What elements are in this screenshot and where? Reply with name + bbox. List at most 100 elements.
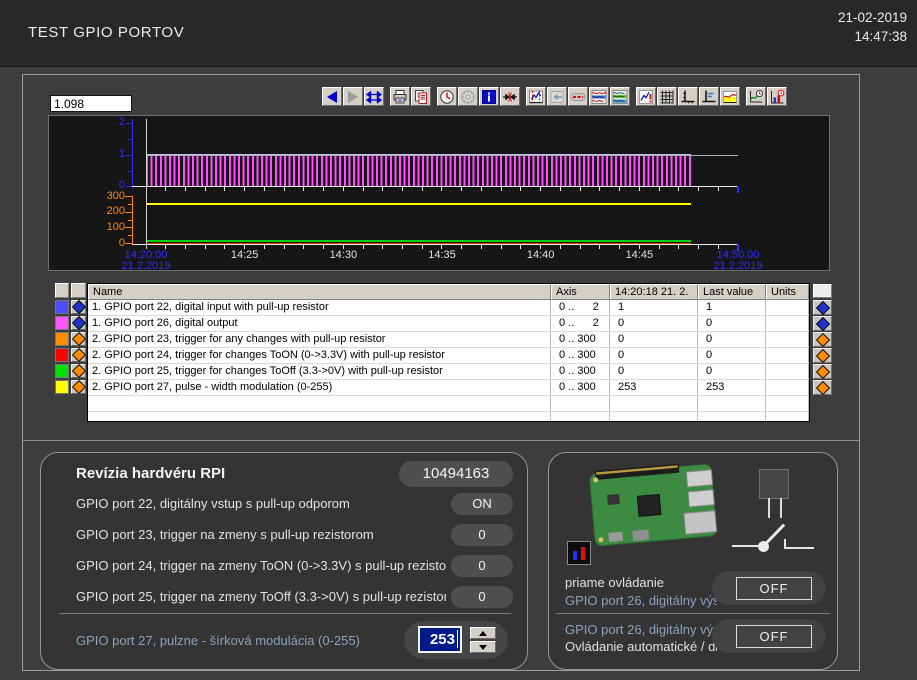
table-row[interactable]: 1. GPIO port 26, digital output0 .. 200 [88,316,809,332]
minute-tick [580,245,581,249]
row-diamond-button[interactable] [71,300,86,314]
minute-tick [224,187,225,191]
trend-time-button[interactable] [746,87,766,106]
minute-tick [619,187,620,191]
pwm-spin-up-button[interactable] [470,627,496,639]
axis-tick [125,196,132,197]
time-interval-button[interactable] [526,87,546,106]
x-axis-date-label: 21.2.2019 [122,260,171,271]
table-cell [88,412,551,422]
minute-tick [185,245,186,249]
column-header[interactable]: Units [766,284,809,300]
minute-tick [678,245,679,249]
chart-cursor[interactable] [146,119,147,249]
table-cell: 0 [698,332,766,348]
time-settings-button[interactable] [437,87,457,106]
table-cell [551,396,610,412]
table-row[interactable]: 2. GPIO port 27, pulse - width modulatio… [88,380,809,396]
axes-scale-button[interactable] [699,87,719,106]
row-diamond-button[interactable] [71,364,86,378]
minute-tick [659,245,660,249]
print-button[interactable] [390,87,410,106]
minute-tick [402,187,403,191]
minute-tick [303,245,304,249]
scroll-forward-icon [345,89,361,105]
column-header[interactable]: Last value [698,284,766,300]
grid-button[interactable] [657,87,677,106]
info-button[interactable] [479,87,499,106]
minute-tick [264,245,265,249]
column-header[interactable]: 14:20:18 21. 2. [610,284,698,300]
trend-chart-plot[interactable]: 210300200100014:20:0021.2.201914:2514:30… [48,115,830,271]
direct-control-label: priame ovládanie [565,575,664,590]
pwm-spin-down-button[interactable] [470,641,496,653]
control-panel-right: priame ovládanie GPIO port 26, digitálny… [548,452,838,670]
table-row[interactable]: 2. GPIO port 24, trigger for changes ToO… [88,348,809,364]
table-cell [766,412,809,422]
table-row[interactable]: 1. GPIO port 22, digital input with pull… [88,300,809,316]
background-fill-button[interactable] [720,87,740,106]
analog-axis-label: 0 [99,237,125,249]
table-empty-row[interactable] [88,412,809,422]
minute-tick [481,187,482,191]
row-diamond-button-right[interactable] [813,348,832,363]
minute-tick [461,245,462,249]
table-cell [698,412,766,422]
time-auto-button[interactable] [458,87,478,106]
minute-tick [382,245,383,249]
scroll-back-button[interactable] [322,87,342,106]
column-header[interactable]: Axis [551,284,610,300]
scroll-forward-button[interactable] [343,87,363,106]
axis-tick [126,155,132,156]
toolbar-group [437,87,521,106]
toolbar-group [636,87,741,106]
diamond-icon [815,348,829,362]
diamond-icon [815,300,829,314]
x-axis-label: 14:35 [428,249,456,261]
column-header[interactable]: Name [88,284,551,300]
row-diamond-button-right[interactable] [813,300,832,315]
trends-red-button[interactable] [589,87,609,106]
row-diamond-button[interactable] [71,348,86,362]
row-diamond-button-right[interactable] [813,332,832,347]
auto-control-off-button[interactable]: OFF [712,619,826,653]
table-cell: 0 [698,316,766,332]
row-diamond-button[interactable] [71,332,86,346]
table-row[interactable]: 2. GPIO port 25, trigger for changes ToO… [88,364,809,380]
panel-title: Revízia hardvéru RPI [76,465,225,482]
graph-time-icon [769,89,785,105]
zoom-horizontal-button[interactable] [364,87,384,106]
table-cell: 0 .. 2 [551,316,610,332]
copy-button[interactable] [411,87,431,106]
row-diamond-button-right[interactable] [813,380,832,395]
axis-end-tick [737,186,739,193]
alarm-trend-button[interactable] [636,87,656,106]
table-empty-row[interactable] [88,396,809,412]
line-style-button[interactable] [568,87,588,106]
transistor-leg [768,498,770,518]
diamond-icon [71,348,85,362]
row-diamond-button-right[interactable] [813,364,832,379]
export-button[interactable] [547,87,567,106]
compress-time-button[interactable] [500,87,520,106]
diamond-icon [71,332,85,346]
pwm-value-input[interactable]: 253 [418,626,462,653]
row-diamond-button[interactable] [71,380,86,394]
table-cell: 253 [610,380,698,396]
axes-button[interactable] [678,87,698,106]
row-diamond-button-right[interactable] [813,316,832,331]
table-row[interactable]: 2. GPIO port 23, trigger for any changes… [88,332,809,348]
graph-time-button[interactable] [767,87,787,106]
mini-trend-icon-button[interactable] [567,541,591,565]
minute-tick [461,187,462,191]
toolbar-group [322,87,385,106]
cursor-readout-input[interactable] [50,95,132,112]
table-cell: 1 [610,300,698,316]
series-gpio22-line [146,154,691,155]
gpio-row-value: 0 [451,586,513,608]
blue-bar-icon [573,551,577,560]
minute-tick [560,245,561,249]
row-diamond-button[interactable] [71,316,86,330]
trends-green-button[interactable] [610,87,630,106]
direct-control-off-button[interactable]: OFF [712,571,826,605]
